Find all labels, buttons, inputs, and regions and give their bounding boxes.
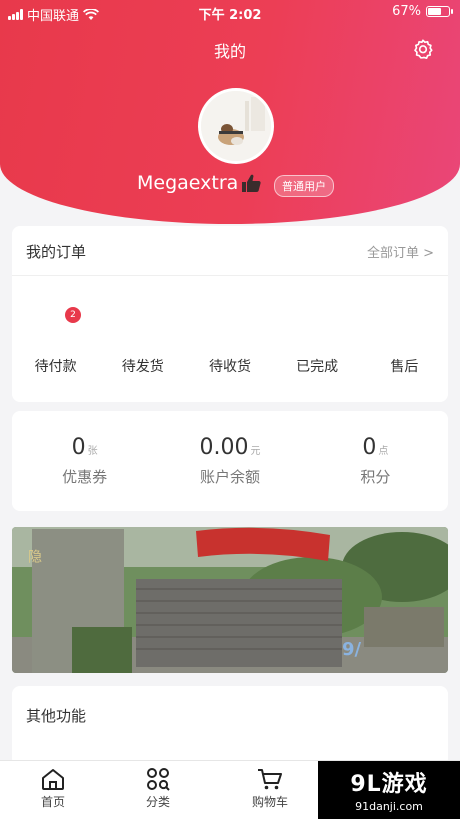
category-icon — [147, 768, 170, 791]
tab-home-label: 首页 — [40, 795, 65, 809]
points-unit: 点 — [378, 446, 389, 457]
order-completed[interactable]: 已完成 — [282, 356, 352, 376]
svg-text:隐: 隐 — [26, 549, 42, 563]
tab-category[interactable]: 分类 — [118, 767, 198, 810]
order-pending-payment[interactable]: 待付款 — [21, 356, 91, 376]
watermark-main: 9L游戏 — [350, 772, 428, 797]
page-title: 我的 — [213, 42, 246, 61]
battery-icon — [426, 6, 453, 17]
tab-category-label: 分类 — [145, 795, 170, 809]
home-icon — [42, 769, 64, 790]
user-type-badge: 普通用户 — [274, 175, 334, 197]
username: Megaextra — [137, 172, 262, 194]
username-text: Megaextra — [137, 172, 239, 194]
order-after-sales[interactable]: 售后 — [369, 356, 439, 376]
orders-title: 我的订单 — [26, 243, 87, 261]
watermark: 9L游戏 91danji.com — [318, 761, 460, 819]
order-pending-shipment[interactable]: 待发货 — [108, 356, 178, 376]
coupons-label: 优惠券 — [62, 468, 108, 486]
assets-card: 0张 优惠券 0.00 元 账户余额 0点 积分 — [12, 411, 448, 511]
avatar[interactable] — [198, 88, 274, 164]
tab-cart-label: 购物车 — [251, 795, 288, 809]
orders-header: 我的订单 全部订单 > — [12, 226, 448, 276]
coupons-item[interactable]: 0张 优惠券 — [12, 411, 157, 511]
tab-cart[interactable]: 购物车 — [230, 767, 310, 810]
thumbs-up-icon — [242, 174, 261, 192]
balance-value: 0.00 — [199, 435, 249, 460]
promo-banner[interactable]: 隐 9/ — [12, 527, 448, 673]
points-label: 积分 — [360, 468, 391, 486]
other-functions-card: 其他功能 — [12, 686, 448, 766]
balance-unit: 元 — [250, 446, 261, 457]
pending-payment-count-badge: 2 — [65, 307, 81, 323]
coupons-unit: 张 — [87, 446, 98, 457]
tab-home[interactable]: 首页 — [13, 767, 93, 810]
balance-label: 账户余额 — [199, 468, 260, 486]
svg-text:9/: 9/ — [342, 639, 362, 660]
points-item[interactable]: 0点 积分 — [303, 411, 448, 511]
orders-card: 我的订单 全部订单 > 2 待付款 待发货 待收货 已完成 售后 — [12, 226, 448, 402]
order-status-list: 待付款 待发货 待收货 已完成 售后 — [12, 356, 448, 376]
battery-percent: 67% — [392, 4, 421, 19]
gear-icon[interactable] — [412, 38, 434, 60]
status-bar: 中国联通 下午 2:02 67% — [0, 0, 460, 26]
shopping-cart-icon — [258, 769, 282, 790]
points-value: 0 — [362, 435, 377, 460]
avatar-image — [201, 91, 271, 161]
other-functions-title: 其他功能 — [26, 707, 87, 725]
banner-image: 隐 9/ — [12, 527, 448, 673]
watermark-sub: 91danji.com — [355, 800, 423, 813]
coupons-value: 0 — [71, 435, 86, 460]
all-orders-link[interactable]: 全部订单 > — [367, 242, 434, 261]
clock: 下午 2:02 — [198, 8, 262, 23]
balance-item[interactable]: 0.00 元 账户余额 — [157, 411, 302, 511]
order-pending-receipt[interactable]: 待收货 — [195, 356, 265, 376]
